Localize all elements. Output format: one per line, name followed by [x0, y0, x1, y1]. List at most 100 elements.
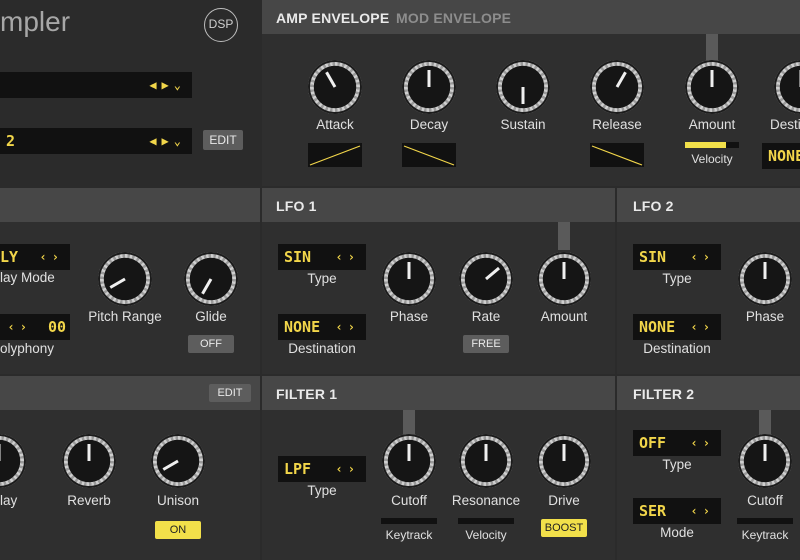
filter2-cutoff-label: Cutoff — [747, 493, 783, 508]
voice-panel: LY ‹› lay Mode ‹› 00 olyphony Pitch Rang… — [0, 188, 260, 374]
sustain-label: Sustain — [500, 117, 546, 132]
sample-select-1-arrows[interactable]: ◀▶⌄ — [149, 72, 186, 98]
lfo2-type-arrows[interactable]: ‹› — [691, 244, 715, 270]
glide-knob[interactable] — [184, 252, 238, 306]
release-curve-line — [591, 145, 643, 166]
destination-select[interactable]: NONE — [762, 143, 800, 169]
delay-knob[interactable] — [0, 434, 26, 488]
sample-select-1[interactable]: ◀▶⌄ — [0, 72, 192, 98]
filter1-title: FILTER 1 — [276, 386, 338, 402]
filter2-keytrack-label: Keytrack — [741, 528, 789, 542]
fx-edit-button[interactable]: EDIT — [209, 384, 251, 402]
voice-header — [0, 188, 260, 222]
lfo2-type-select[interactable]: SIN ‹› — [633, 244, 721, 270]
unison-toggle[interactable]: ON — [155, 521, 201, 539]
filter1-boost-toggle[interactable]: BOOST — [541, 519, 587, 537]
destination-knob[interactable] — [774, 60, 800, 114]
dsp-button[interactable]: DSP — [204, 8, 238, 42]
sustain-knob[interactable] — [496, 60, 550, 114]
polyphony-select[interactable]: ‹› 00 — [0, 314, 70, 340]
play-mode-arrows[interactable]: ‹› — [40, 244, 64, 270]
filter1-panel: FILTER 1 LPF ‹› Type Cutoff Keytrack Res… — [262, 376, 615, 560]
filter1-keytrack-label: Keytrack — [385, 528, 433, 542]
amount-label: Amount — [688, 117, 736, 132]
sample-select-2-value: 2 — [6, 132, 16, 150]
amp-envelope-header: AMP ENVELOPE MOD ENVELOPE — [262, 0, 800, 34]
release-label: Release — [592, 117, 642, 132]
lfo1-destination-select[interactable]: NONE ‹› — [278, 314, 366, 340]
velocity-bar[interactable] — [685, 142, 739, 148]
lfo1-phase-label: Phase — [389, 309, 429, 324]
pitch-range-label: Pitch Range — [88, 309, 162, 324]
decay-label: Decay — [409, 117, 449, 132]
filter2-type-select[interactable]: OFF ‹› — [633, 430, 721, 456]
unison-knob[interactable] — [151, 434, 205, 488]
filter1-type-arrows[interactable]: ‹› — [336, 456, 360, 482]
filter2-mode-label: Mode — [660, 525, 694, 540]
filter1-type-label: Type — [307, 483, 337, 498]
filter1-type-select[interactable]: LPF ‹› — [278, 456, 366, 482]
delay-label: lay — [0, 493, 18, 508]
play-mode-select[interactable]: LY ‹› — [0, 244, 70, 270]
velocity-label: Velocity — [691, 152, 733, 166]
lfo1-rate-label: Rate — [471, 309, 501, 324]
amount-mod-connector — [706, 34, 718, 62]
app-title: mpler — [0, 6, 70, 38]
dsp-label: DSP — [208, 17, 234, 31]
filter2-mode-arrows[interactable]: ‹› — [691, 498, 715, 524]
lfo2-title: LFO 2 — [633, 198, 674, 214]
tab-amp-envelope[interactable]: AMP ENVELOPE — [276, 10, 389, 26]
lfo2-destination-arrows[interactable]: ‹› — [691, 314, 715, 340]
glide-toggle[interactable]: OFF — [188, 335, 234, 353]
glide-label: Glide — [195, 309, 227, 324]
filter1-resonance-knob[interactable] — [459, 434, 513, 488]
lfo1-panel: LFO 1 SIN ‹› Type NONE ‹› Destination Ph… — [262, 188, 615, 374]
lfo2-type-label: Type — [662, 271, 692, 286]
filter2-type-arrows[interactable]: ‹› — [691, 430, 715, 456]
filter2-mode-select[interactable]: SER ‹› — [633, 498, 721, 524]
destination-label: Desti — [770, 117, 800, 132]
fx-panel: EDIT lay Reverb Unison ON — [0, 376, 260, 560]
filter1-keytrack-bar[interactable] — [381, 518, 437, 524]
filter1-cutoff-knob[interactable] — [382, 434, 436, 488]
filter1-drive-label: Drive — [548, 493, 580, 508]
lfo1-destination-arrows[interactable]: ‹› — [336, 314, 360, 340]
play-mode-label: lay Mode — [0, 270, 55, 285]
decay-curve-line — [403, 145, 455, 166]
attack-label: Attack — [316, 117, 354, 132]
sample-select-2-arrows[interactable]: ◀▶⌄ — [149, 128, 186, 154]
lfo1-type-arrows[interactable]: ‹› — [336, 244, 360, 270]
filter2-cutoff-knob[interactable] — [738, 434, 792, 488]
lfo1-title: LFO 1 — [276, 198, 317, 214]
filter1-velocity-bar[interactable] — [458, 518, 514, 524]
edit-sample-label: EDIT — [209, 133, 237, 147]
polyphony-arrows[interactable]: ‹› — [8, 314, 32, 340]
lfo1-type-select[interactable]: SIN ‹› — [278, 244, 366, 270]
lfo1-rate-knob[interactable] — [459, 252, 513, 306]
lfo1-phase-knob[interactable] — [382, 252, 436, 306]
amount-knob[interactable] — [685, 60, 739, 114]
reverb-knob[interactable] — [62, 434, 116, 488]
filter2-panel: FILTER 2 OFF ‹› Type SER ‹› Mode Cutoff … — [617, 376, 800, 560]
lfo2-header: LFO 2 — [617, 188, 800, 222]
fx-edit-label: EDIT — [217, 387, 243, 399]
tab-mod-envelope[interactable]: MOD ENVELOPE — [396, 10, 511, 26]
lfo2-panel: LFO 2 SIN ‹› Type NONE ‹› Destination Ph… — [617, 188, 800, 374]
filter2-type-label: Type — [662, 457, 692, 472]
filter1-drive-knob[interactable] — [537, 434, 591, 488]
lfo2-phase-knob[interactable] — [738, 252, 792, 306]
lfo1-free-label: FREE — [471, 338, 501, 350]
sample-select-2[interactable]: 2 ◀▶⌄ — [0, 128, 192, 154]
lfo2-destination-select[interactable]: NONE ‹› — [633, 314, 721, 340]
release-knob[interactable] — [590, 60, 644, 114]
lfo1-free-toggle[interactable]: FREE — [463, 335, 509, 353]
velocity-bar-fill — [685, 142, 726, 148]
pitch-range-knob[interactable] — [98, 252, 152, 306]
lfo1-type-label: Type — [307, 271, 337, 286]
attack-knob[interactable] — [308, 60, 362, 114]
decay-knob[interactable] — [402, 60, 456, 114]
filter2-type-value: OFF — [639, 434, 667, 452]
filter2-keytrack-bar[interactable] — [737, 518, 793, 524]
lfo1-amount-knob[interactable] — [537, 252, 591, 306]
edit-sample-button[interactable]: EDIT — [203, 130, 243, 150]
